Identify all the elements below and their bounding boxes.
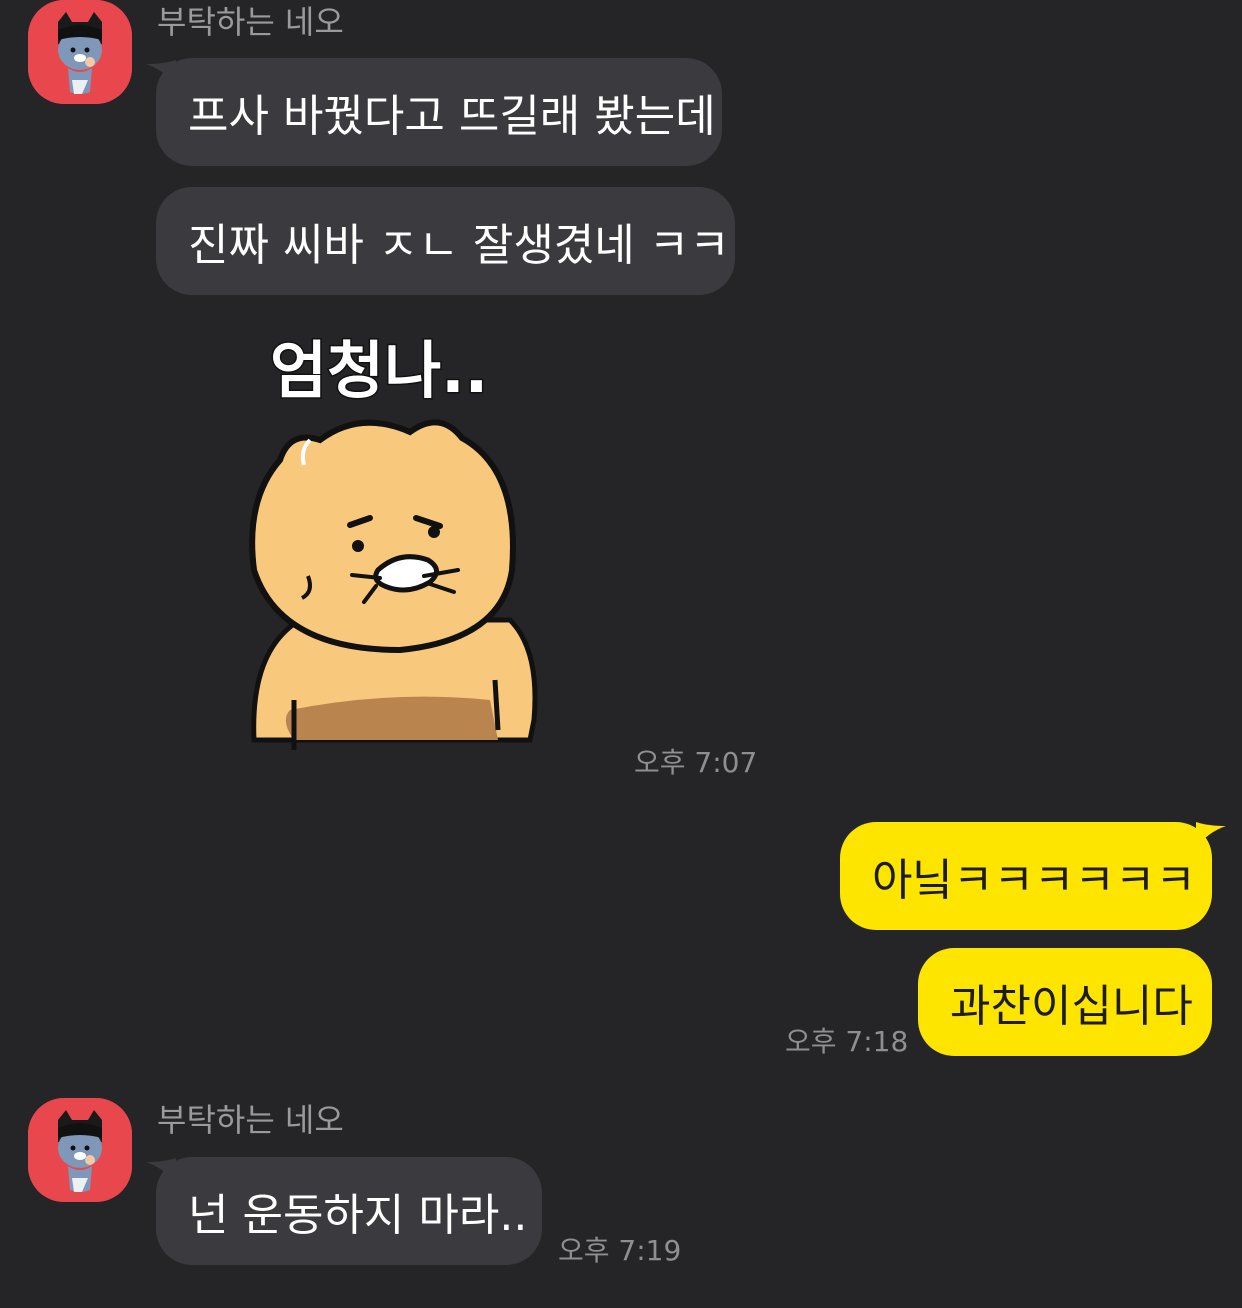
- message-time: 오후 7:07: [634, 746, 758, 779]
- message-time: 오후 7:18: [785, 1025, 909, 1058]
- message-text: 아닠ㅋㅋㅋㅋㅋㅋ: [872, 855, 1196, 906]
- message-text: 과찬이십니다: [950, 981, 1193, 1032]
- svg-text:엄청나..: 엄청나..: [270, 334, 488, 407]
- message-text: 넌 운동하지 마라..: [188, 1190, 528, 1241]
- message-text: 프사 바꿨다고 뜨길래 봤는데: [188, 91, 716, 142]
- sender-name: 부탁하는 네오: [157, 1101, 344, 1139]
- message-time: 오후 7:19: [558, 1234, 682, 1267]
- avatar[interactable]: [28, 0, 132, 104]
- message-bubble[interactable]: 아닠ㅋㅋㅋㅋㅋㅋ: [840, 822, 1212, 930]
- message-bubble[interactable]: 넌 운동하지 마라..: [156, 1157, 542, 1265]
- chat-screen: { "theme": { "background": "#252527", "i…: [0, 0, 1242, 1308]
- neo-avatar-icon: [28, 0, 132, 104]
- message-bubble[interactable]: 프사 바꿨다고 뜨길래 봤는데: [156, 58, 722, 166]
- sticker-bear-icon: 엄청나..: [249, 333, 538, 750]
- sticker[interactable]: 엄청나..: [240, 320, 570, 760]
- avatar[interactable]: [28, 1098, 132, 1202]
- message-bubble[interactable]: 과찬이십니다: [918, 948, 1212, 1056]
- message-text: 진짜 씨바 ㅈㄴ 잘생겼네 ㅋㅋ: [188, 220, 730, 271]
- neo-avatar-icon: [28, 1098, 132, 1202]
- message-bubble[interactable]: 진짜 씨바 ㅈㄴ 잘생겼네 ㅋㅋ: [156, 187, 735, 295]
- sender-name: 부탁하는 네오: [157, 3, 344, 41]
